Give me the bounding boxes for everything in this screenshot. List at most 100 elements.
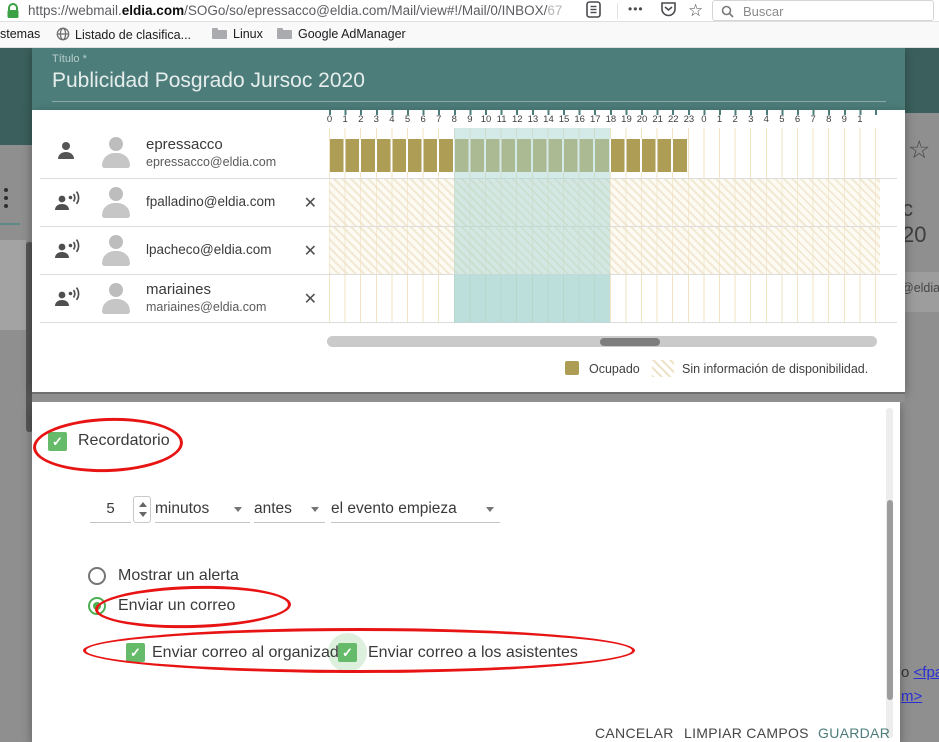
dimmed-panel (0, 240, 26, 330)
hour-label: 8 (826, 114, 831, 125)
reader-mode-icon[interactable] (586, 1, 601, 21)
bookmark-star-icon[interactable]: ☆ (688, 1, 703, 21)
hour-label: 22 (668, 114, 679, 125)
search-input[interactable]: Buscar (712, 0, 934, 21)
hour-label: 4 (389, 114, 394, 125)
attendee-label: lpacheco@eldia.com (146, 242, 304, 259)
dimmed-star-icon: ☆ (908, 135, 930, 165)
overflow-menu-icon (4, 196, 8, 200)
attendee-label: epressaccoepressacco@eldia.com (146, 136, 329, 170)
hour-label: 0 (327, 114, 332, 125)
reminder-label: Recordatorio (78, 432, 170, 450)
url-text[interactable]: https://webmail.eldia.com/SOGo/so/epress… (28, 3, 562, 18)
vertical-scrollbar[interactable] (886, 408, 893, 738)
horizontal-scrollbar[interactable] (327, 336, 877, 347)
page-actions-icon[interactable]: ••• (628, 2, 644, 16)
remove-attendee-button[interactable]: ✕ (304, 289, 317, 309)
hour-label: 18 (606, 114, 617, 125)
attendee-icon (54, 285, 80, 312)
dimmed-app-toolbar (905, 48, 939, 113)
attendee-info: lpacheco@eldia.com✕ (40, 227, 329, 274)
bookmark-item[interactable]: Listado de clasifica... (56, 27, 191, 43)
bookmarks-bar: stemas Listado de clasifica... Linux Goo… (0, 22, 939, 48)
hour-label: 21 (652, 114, 663, 125)
attendee-name: mariaines (146, 281, 304, 300)
hour-label: 17 (590, 114, 601, 125)
attendee-email: fpalladino@eldia.com (146, 194, 304, 211)
chevron-down-icon (311, 507, 319, 512)
dimmed-app-toolbar (0, 48, 32, 145)
title-input[interactable]: Publicidad Posgrado Jursoc 2020 (52, 69, 365, 93)
freebusy-track-no-info (329, 179, 880, 226)
search-icon (721, 5, 734, 23)
remove-attendee-button[interactable]: ✕ (304, 193, 317, 213)
hour-label: 0 (701, 114, 706, 125)
email-organizer-label: Enviar correo al organizador (152, 644, 353, 662)
amount-stepper[interactable] (133, 496, 151, 523)
reminder-panel: ✓ Recordatorio 5 minutos antes el evento… (32, 402, 900, 742)
vertical-scrollbar-thumb[interactable] (887, 500, 893, 700)
bookmark-item[interactable]: Google AdManager (277, 27, 406, 43)
hour-label: 1 (857, 114, 862, 125)
attendee-name: epressacco (146, 136, 329, 155)
attendee-label: mariainesmariaines@eldia.com (146, 281, 304, 315)
cancel-button[interactable]: CANCELAR (595, 722, 674, 742)
browser-url-bar[interactable]: https://webmail.eldia.com/SOGo/so/epress… (0, 0, 939, 22)
hour-label: 6 (795, 114, 800, 125)
clear-fields-button[interactable]: LIMPIAR CAMPOS (684, 722, 809, 742)
reminder-unit-select[interactable]: minutos (155, 496, 250, 523)
dimmed-link-text: m> (901, 688, 922, 705)
stepper-up-icon[interactable] (139, 502, 147, 507)
bookmark-item[interactable]: stemas (0, 27, 40, 43)
hour-label: 13 (528, 114, 539, 125)
bookmark-item[interactable]: Linux (212, 27, 263, 43)
hour-label: 5 (779, 114, 784, 125)
remove-attendee-button[interactable]: ✕ (304, 241, 317, 261)
freebusy-track-free (329, 275, 880, 322)
occupied-blocks (330, 139, 687, 172)
attendee-row: mariainesmariaines@eldia.com✕ (40, 275, 897, 323)
reminder-amount-input[interactable]: 5 (90, 496, 131, 523)
hour-label: 11 (497, 114, 507, 125)
hour-label: 23 (684, 114, 695, 125)
dimmed-link-text: o <fpa (901, 664, 939, 681)
dimmed-tab-indicator (0, 223, 20, 225)
pocket-icon[interactable] (660, 1, 677, 21)
reminder-reference-select[interactable]: el evento empieza (331, 496, 500, 523)
hour-label: 10 (481, 114, 492, 125)
event-time-band-free-row (454, 275, 610, 322)
hour-label: 9 (842, 114, 847, 125)
folder-icon (277, 28, 292, 39)
freebusy-legend: Ocupado Sin información de disponibilida… (32, 358, 893, 382)
show-alert-radio[interactable] (88, 567, 106, 585)
attendee-row: fpalladino@eldia.com✕ (40, 179, 897, 227)
email-attendees-checkbox[interactable]: ✓ (338, 643, 357, 662)
title-field-label: Título * (52, 53, 87, 65)
folder-icon (212, 28, 227, 39)
send-email-radio[interactable] (88, 597, 106, 615)
horizontal-scrollbar-thumb[interactable] (600, 338, 660, 346)
avatar (98, 185, 134, 221)
reminder-checkbox[interactable]: ✓ (48, 432, 67, 451)
toolbar-separator (617, 3, 618, 19)
freebusy-track-no-info (329, 227, 880, 274)
event-dialog-header: Título * Publicidad Posgrado Jursoc 2020 (32, 48, 905, 110)
globe-icon (56, 27, 70, 44)
chevron-down-icon (486, 507, 494, 512)
hour-label: 12 (512, 114, 523, 125)
dimmed-email-text: @eldia (901, 281, 939, 295)
hour-label: 6 (420, 114, 425, 125)
organizer-icon (54, 139, 80, 168)
hour-label: 7 (810, 114, 815, 125)
hour-labels: 0123456789101112131415161718192021222301… (329, 114, 889, 127)
reminder-relation-select[interactable]: antes (254, 496, 325, 523)
save-button[interactable]: GUARDAR (818, 722, 890, 742)
hour-label: 1 (342, 114, 347, 125)
hour-label: 16 (574, 114, 585, 125)
email-organizer-checkbox[interactable]: ✓ (126, 643, 145, 662)
hour-label: 5 (405, 114, 410, 125)
attendee-row: epressaccoepressacco@eldia.com (40, 128, 897, 179)
dimmed-subject-text: c 20 (902, 196, 939, 248)
attendee-label: fpalladino@eldia.com (146, 194, 304, 211)
stepper-down-icon[interactable] (139, 512, 147, 517)
